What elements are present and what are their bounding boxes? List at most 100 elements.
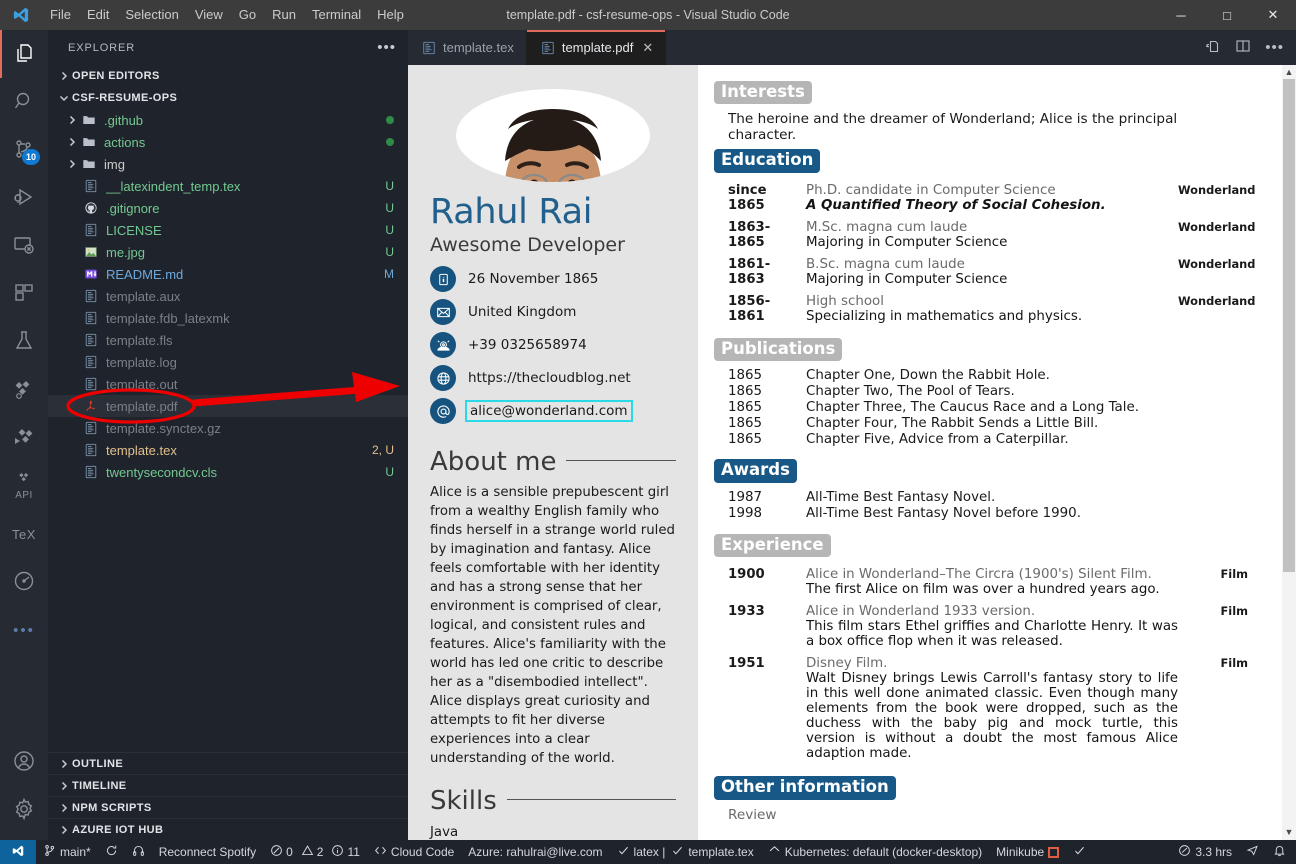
status-branch[interactable]: main* <box>36 840 98 864</box>
tab-close-icon[interactable]: ✕ <box>642 40 653 56</box>
activity-remote-explorer[interactable] <box>0 222 48 270</box>
folder-icon <box>80 157 98 171</box>
status-kubernetes[interactable]: Kubernetes: default (docker-desktop) <box>761 840 989 864</box>
tree-item-template-fdb-latexmk[interactable]: template.fdb_latexmk <box>48 307 408 329</box>
sidebar-more-actions-icon[interactable]: ••• <box>377 39 396 56</box>
tab-template-pdf[interactable]: template.pdf ✕ <box>527 30 666 65</box>
status-send-feedback[interactable] <box>1239 840 1266 864</box>
tree-item-img[interactable]: img <box>48 153 408 175</box>
status-sync[interactable] <box>98 840 125 864</box>
scroll-up-arrow-icon[interactable]: ▲ <box>1285 65 1294 80</box>
file-tree[interactable]: .githubactionsimg__latexindent_temp.texU… <box>48 109 408 752</box>
menu-terminal[interactable]: Terminal <box>304 0 369 30</box>
tex-file-icon <box>82 377 100 391</box>
status-latex-label: latex | <box>634 845 666 859</box>
envelope-icon <box>430 299 456 325</box>
more-actions-icon[interactable]: ••• <box>1265 39 1284 56</box>
tree-item-template-tex[interactable]: template.tex2, U <box>48 439 408 461</box>
section-workspace[interactable]: CSF-RESUME-OPS <box>48 87 408 109</box>
menu-bar[interactable]: File Edit Selection View Go Run Terminal… <box>42 0 412 30</box>
menu-edit[interactable]: Edit <box>79 0 117 30</box>
scroll-down-arrow-icon[interactable]: ▼ <box>1285 825 1294 840</box>
activity-testing[interactable] <box>0 318 48 366</box>
panel-timeline[interactable]: TIMELINE <box>48 774 408 796</box>
entry-detail: B.Sc. magna cum laudeMajoring in Compute… <box>806 257 1178 287</box>
tree-item-actions[interactable]: actions <box>48 131 408 153</box>
menu-help[interactable]: Help <box>369 0 412 30</box>
status-check[interactable] <box>1066 840 1093 864</box>
maximize-button[interactable]: □ <box>1204 0 1250 30</box>
status-minikube[interactable]: Minikube <box>989 840 1066 864</box>
git-status-badge: U <box>379 465 394 479</box>
activity-azure[interactable] <box>0 366 48 414</box>
minimize-button[interactable]: ─ <box>1158 0 1204 30</box>
menu-file[interactable]: File <box>42 0 79 30</box>
split-editor-icon[interactable] <box>1235 38 1251 57</box>
activity-explorer[interactable] <box>0 30 48 78</box>
status-azure-account[interactable]: Azure: rahulrai@live.com <box>461 840 609 864</box>
close-button[interactable]: ✕ <box>1250 0 1296 30</box>
activity-latex-workshop[interactable]: TeX <box>0 510 48 558</box>
contact-value[interactable]: alice@wonderland.com <box>465 400 633 422</box>
panel-outline[interactable]: OUTLINE <box>48 752 408 774</box>
skills-first-item: Java <box>430 825 676 840</box>
beaker-icon <box>12 329 36 356</box>
tab-template-tex[interactable]: template.tex <box>408 30 527 65</box>
chevron-right-icon[interactable] <box>64 137 80 147</box>
chevron-right-icon[interactable] <box>64 159 80 169</box>
menu-view[interactable]: View <box>187 0 231 30</box>
tree-item-template-pdf[interactable]: template.pdf <box>48 395 408 417</box>
remote-host-indicator[interactable] <box>0 840 36 864</box>
tree-item--gitignore[interactable]: .gitignoreU <box>48 197 408 219</box>
status-notifications[interactable] <box>1266 840 1296 864</box>
chevron-right-icon <box>56 803 72 813</box>
status-reconnect-spotify[interactable]: Reconnect Spotify <box>152 840 263 864</box>
list-item-year: 1865 <box>714 384 806 399</box>
pdf-scrollbar[interactable]: ▲ ▼ <box>1282 65 1296 840</box>
status-problems[interactable]: 0 2 11 <box>263 840 367 864</box>
activity-run-debug[interactable] <box>0 174 48 222</box>
tree-item-readme-md[interactable]: README.mdM <box>48 263 408 285</box>
chevron-right-icon[interactable] <box>64 115 80 125</box>
globe-icon <box>430 365 456 391</box>
scrollbar-thumb[interactable] <box>1283 79 1295 572</box>
open-changes-icon[interactable] <box>1205 38 1221 57</box>
panel-npm-scripts[interactable]: NPM SCRIPTS <box>48 796 408 818</box>
tree-item-template-synctex-gz[interactable]: template.synctex.gz <box>48 417 408 439</box>
status-cloud-code[interactable]: Cloud Code <box>367 840 461 864</box>
tree-item-template-aux[interactable]: template.aux <box>48 285 408 307</box>
window-controls[interactable]: ─ □ ✕ <box>1158 0 1296 30</box>
panel-azure-iot-hub[interactable]: AZURE IOT HUB <box>48 818 408 840</box>
activity-accounts[interactable] <box>0 738 48 786</box>
tree-item-license[interactable]: LICENSEU <box>48 219 408 241</box>
tree-item-me-jpg[interactable]: me.jpgU <box>48 241 408 263</box>
menu-go[interactable]: Go <box>231 0 264 30</box>
tree-item--latexindent-temp-tex[interactable]: __latexindent_temp.texU <box>48 175 408 197</box>
activity-performance[interactable] <box>0 558 48 606</box>
section-open-editors[interactable]: OPEN EDITORS <box>48 65 408 87</box>
menu-run[interactable]: Run <box>264 0 304 30</box>
entry-row: since 1865Ph.D. candidate in Computer Sc… <box>714 183 1248 213</box>
tree-item-twentysecondcv-cls[interactable]: twentysecondcv.clsU <box>48 461 408 483</box>
menu-selection[interactable]: Selection <box>117 0 186 30</box>
entry-description: The first Alice on film was over a hundr… <box>806 582 1178 597</box>
status-wakatime[interactable]: 3.3 hrs <box>1171 840 1239 864</box>
status-latex[interactable]: latex | template.tex <box>610 840 761 864</box>
activity-more-views[interactable]: ••• <box>0 606 48 654</box>
tree-item-template-out[interactable]: template.out <box>48 373 408 395</box>
list-item-year: 1865 <box>714 400 806 415</box>
entry-description: This film stars Ethel griffies and Charl… <box>806 619 1178 649</box>
activity-search[interactable] <box>0 78 48 126</box>
tree-item--github[interactable]: .github <box>48 109 408 131</box>
activity-api-management[interactable]: API <box>0 462 48 510</box>
tree-item-template-fls[interactable]: template.fls <box>48 329 408 351</box>
error-count: 0 <box>286 845 293 859</box>
scrollbar-track[interactable] <box>1283 79 1295 826</box>
activity-source-control[interactable]: 10 <box>0 126 48 174</box>
activity-extensions[interactable] <box>0 270 48 318</box>
tree-item-template-log[interactable]: template.log <box>48 351 408 373</box>
activity-manage-settings[interactable] <box>0 786 48 834</box>
status-spotify-headphones[interactable] <box>125 840 152 864</box>
activity-azure-pipelines[interactable] <box>0 414 48 462</box>
list-item: 1865Chapter One, Down the Rabbit Hole. <box>714 368 1248 383</box>
